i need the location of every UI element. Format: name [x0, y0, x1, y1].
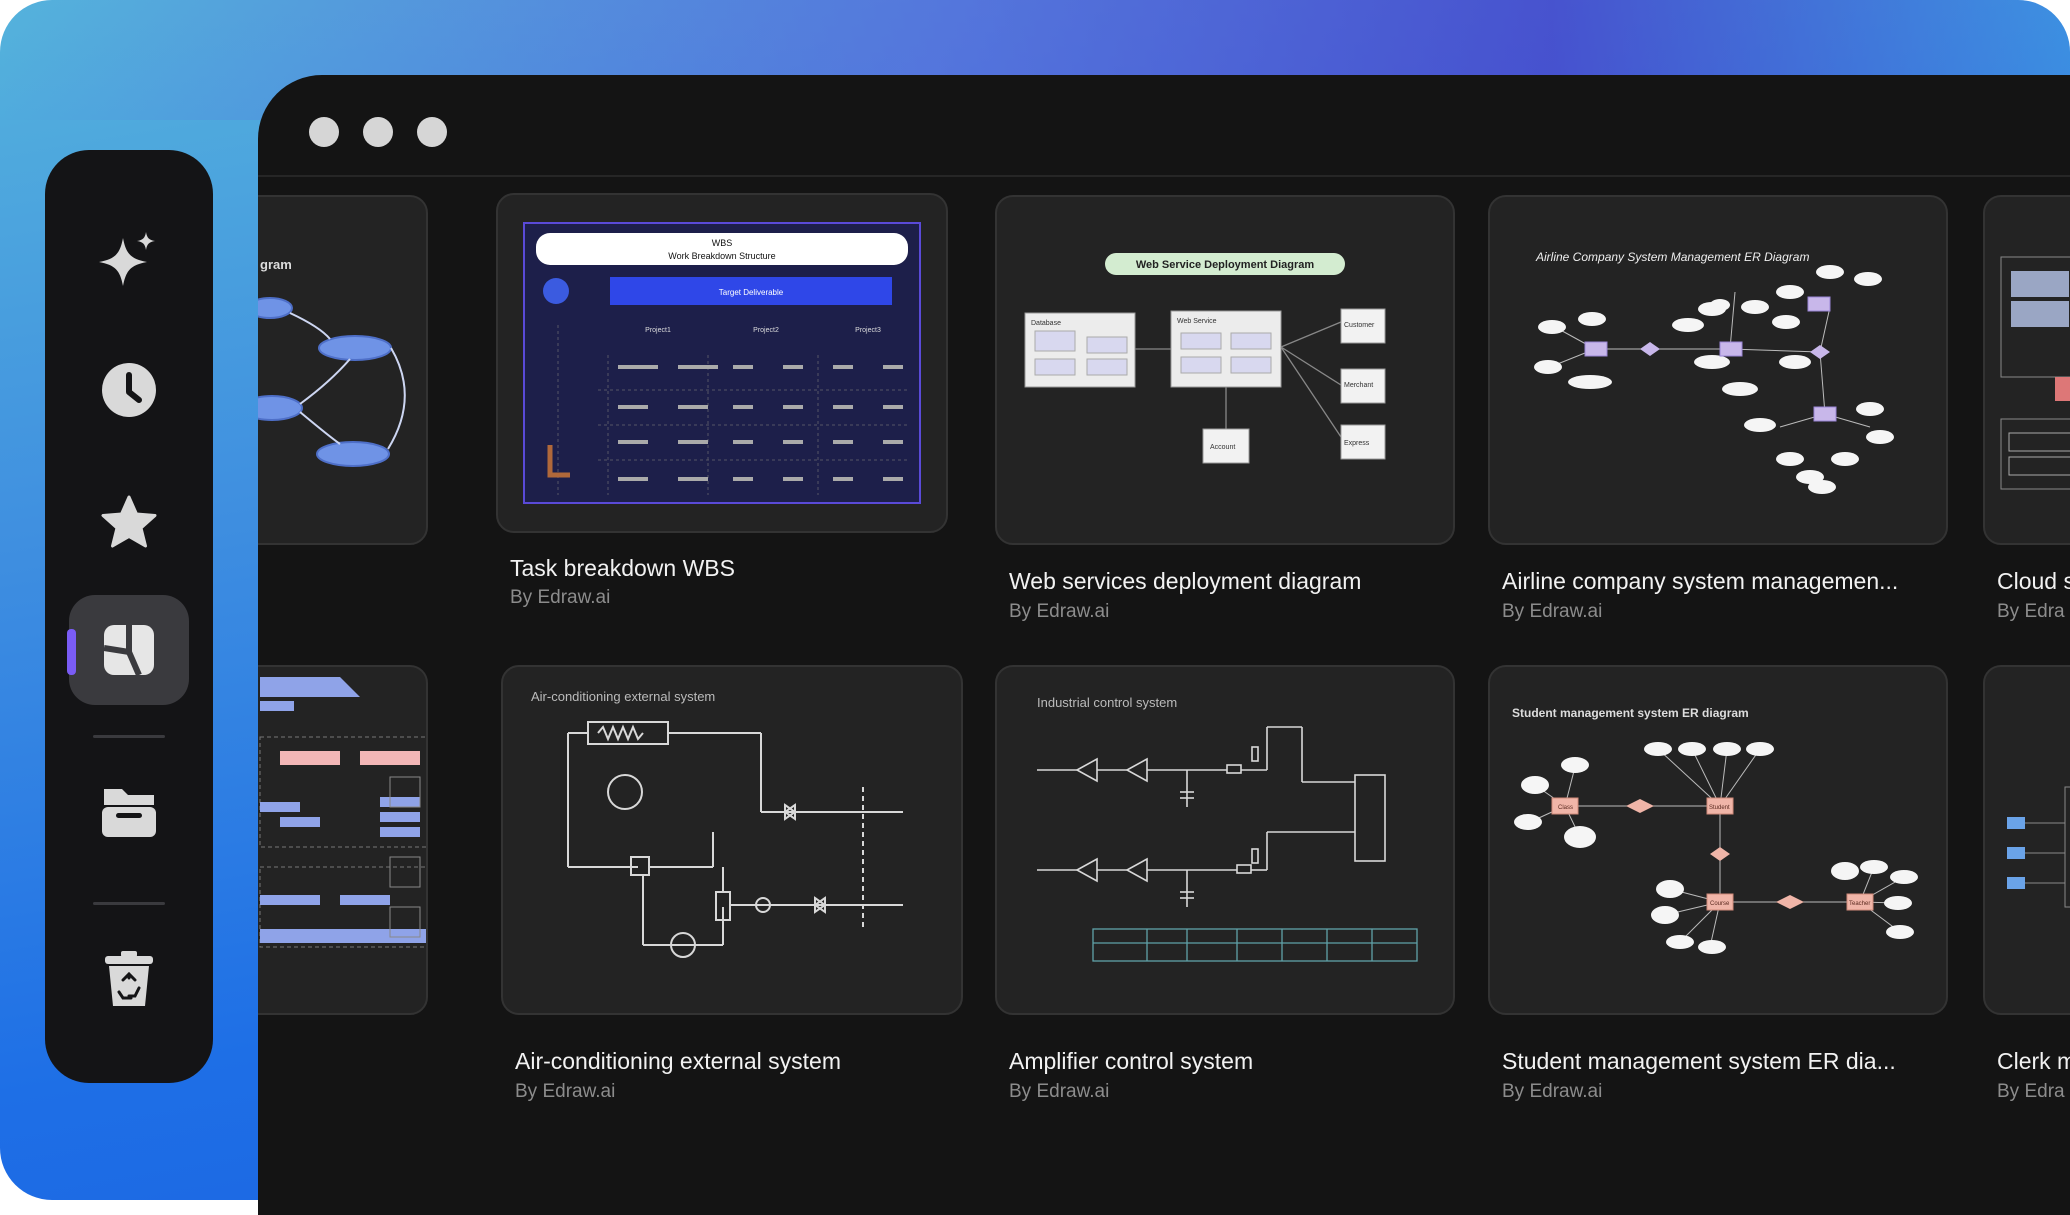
svg-text:Customer: Customer	[1344, 322, 1375, 329]
template-thumbnail: Industrial control system	[995, 665, 1455, 1015]
template-author: By Edra	[1997, 1081, 2065, 1102]
title-bar	[258, 75, 2070, 177]
sidebar-divider	[93, 735, 165, 738]
svg-text:Course: Course	[1710, 901, 1730, 907]
airline-title: Airline Company System Management ER Dia…	[1535, 250, 1809, 264]
window-minimize-button[interactable]	[363, 117, 393, 147]
star-icon	[101, 495, 157, 548]
student-title: Student management system ER diagram	[1512, 706, 1749, 720]
template-title: Student management system ER dia...	[1502, 1048, 1896, 1074]
template-thumbnail: Student management system ER diagram Cla…	[1488, 665, 1948, 1015]
template-thumbnail	[1983, 665, 2070, 1015]
template-card[interactable]: platform	[258, 665, 428, 1135]
template-thumbnail: Airline Company System Management ER Dia…	[1488, 195, 1948, 545]
template-author: By Edraw.ai	[1502, 601, 1603, 622]
svg-text:Class: Class	[1558, 805, 1573, 811]
wbs-subtitle: Work Breakdown Structure	[668, 251, 775, 261]
template-card[interactable]: Airline Company System Management ER Dia…	[1488, 195, 1948, 625]
template-title: Air-conditioning external system	[515, 1048, 841, 1074]
thumb-heading: gram	[260, 257, 292, 272]
template-author: By Edraw.ai	[1502, 1081, 1603, 1102]
recycle-bin-icon	[105, 951, 153, 1006]
template-card[interactable]: gram diagram	[258, 195, 428, 715]
template-author: By Edraw.ai	[510, 587, 611, 608]
svg-text:Account: Account	[1210, 444, 1235, 451]
template-thumbnail	[258, 665, 428, 1015]
template-author: By Edraw.ai	[1009, 1081, 1110, 1102]
template-title: Amplifier control system	[1009, 1048, 1254, 1074]
template-card[interactable]: Industrial control system Amplifier cont…	[995, 665, 1455, 1135]
folder-icon	[102, 789, 156, 837]
svg-text:Web Service: Web Service	[1177, 318, 1217, 325]
template-author: By Edra	[1997, 601, 2065, 622]
wbs-banner: Target Deliverable	[719, 288, 784, 297]
sidebar	[45, 150, 213, 1083]
template-thumbnail: Web Service Deployment Diagram Database …	[995, 195, 1455, 545]
sidebar-divider	[93, 902, 165, 905]
template-title: Task breakdown WBS	[510, 555, 735, 581]
template-thumbnail: gram	[258, 195, 428, 545]
window-maximize-button[interactable]	[417, 117, 447, 147]
template-title: Clerk m	[1997, 1048, 2070, 1074]
wbs-col-3: Project3	[855, 327, 881, 334]
template-card[interactable]: Clerk m By Edra	[1983, 665, 2070, 1135]
sidebar-item-files[interactable]	[69, 758, 189, 868]
window-close-button[interactable]	[309, 117, 339, 147]
sidebar-item-templates[interactable]	[67, 595, 189, 705]
templates-icon	[103, 625, 154, 677]
wbs-title: WBS	[712, 238, 733, 248]
amp-title: Industrial control system	[1037, 695, 1177, 710]
template-card[interactable]: Student management system ER diagram Cla…	[1488, 665, 1948, 1135]
template-card[interactable]: Air-conditioning external system Air-con…	[501, 665, 963, 1135]
template-card[interactable]: WBS Work Breakdown Structure Target Deli…	[496, 193, 948, 613]
deploy-title: Web Service Deployment Diagram	[1136, 259, 1315, 271]
template-author: By Edraw.ai	[1009, 601, 1110, 622]
template-author: By Edraw.ai	[515, 1081, 616, 1102]
wbs-col-1: Project1	[645, 327, 671, 334]
sidebar-item-ai[interactable]	[69, 205, 189, 315]
svg-text:Teacher: Teacher	[1849, 901, 1870, 907]
template-card[interactable]: Web Service Deployment Diagram Database …	[995, 195, 1455, 625]
svg-text:Student: Student	[1709, 805, 1730, 811]
template-thumbnail: WBS Work Breakdown Structure Target Deli…	[496, 193, 948, 533]
ac-title: Air-conditioning external system	[531, 689, 715, 704]
wbs-col-2: Project2	[753, 327, 779, 334]
svg-text:Database: Database	[1031, 320, 1061, 327]
sidebar-item-trash[interactable]	[69, 925, 189, 1035]
active-indicator	[67, 629, 76, 675]
template-thumbnail	[1983, 195, 2070, 545]
svg-text:Express: Express	[1344, 440, 1370, 447]
sidebar-item-favorites[interactable]	[69, 468, 189, 578]
clock-icon	[102, 363, 156, 417]
template-window: gram diagram	[258, 75, 2070, 1215]
sparkle-icon	[99, 232, 155, 286]
sidebar-item-recent[interactable]	[69, 335, 189, 445]
template-thumbnail: Air-conditioning external system	[501, 665, 963, 1015]
template-card[interactable]: Cloud s By Edra	[1983, 195, 2070, 625]
template-title: Airline company system managemen...	[1502, 568, 1899, 594]
template-title: Web services deployment diagram	[1009, 568, 1362, 594]
svg-text:Merchant: Merchant	[1344, 382, 1373, 389]
template-title: Cloud s	[1997, 568, 2070, 594]
